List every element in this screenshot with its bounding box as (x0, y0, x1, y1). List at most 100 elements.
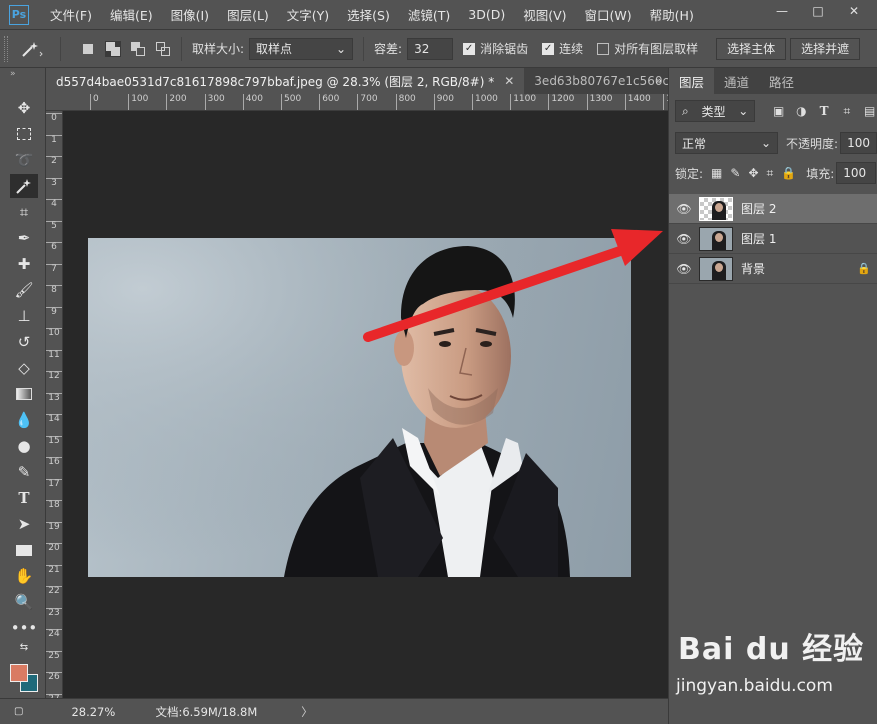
history-brush-tool-icon[interactable]: ↺ (10, 330, 38, 354)
layer-row-layer-2[interactable]: 👁 图层 2 (669, 194, 877, 224)
ruler-tick-label: 19 (46, 521, 62, 532)
new-selection-mode-icon[interactable] (80, 41, 96, 57)
add-to-selection-mode-icon[interactable] (105, 40, 121, 57)
maximize-button[interactable]: □ (801, 0, 835, 22)
horizontal-ruler[interactable]: 0 100 200 300 400 500 600 700 800 900 1000 1100 1200… (46, 94, 668, 111)
ruler-tick-label: 20 (46, 543, 62, 553)
image-filter-icon[interactable]: ▣ (771, 103, 786, 119)
gradient-tool-icon[interactable] (10, 382, 38, 406)
menu-3d[interactable]: 3D(D) (459, 7, 514, 22)
move-tool-icon[interactable]: ✥ (10, 96, 38, 120)
layer-name[interactable]: 图层 2 (741, 200, 776, 217)
layer-filter-select[interactable]: ⌕ 类型 ⌄ (675, 100, 756, 122)
lock-artboard-icon[interactable]: ⌗ (767, 166, 774, 181)
intersect-selection-mode-icon[interactable] (155, 41, 171, 57)
layer-name[interactable]: 背景 (741, 260, 765, 277)
options-grip[interactable] (4, 35, 8, 62)
tolerance-input[interactable]: 32 (407, 37, 454, 60)
type-tool-icon[interactable]: T (10, 486, 38, 510)
sample-all-layers-checkbox[interactable]: 对所有图层取样 (597, 40, 698, 57)
ruler-tick-label: 25 (46, 650, 62, 661)
status-icon: ▢ (14, 706, 24, 717)
layer-row-layer-1[interactable]: 👁 图层 1 (669, 224, 877, 254)
zoom-tool-icon[interactable]: 🔍 (10, 590, 38, 614)
ruler-tick-label: 1200 (548, 94, 574, 110)
shape-filter-icon[interactable]: ⌗ (840, 103, 855, 119)
eyedropper-tool-icon[interactable]: ✒ (10, 226, 38, 250)
status-menu-arrow-icon[interactable]: 〉 (301, 704, 313, 720)
eraser-tool-icon[interactable]: ◇ (10, 356, 38, 380)
clone-stamp-tool-icon[interactable]: ⊥ (10, 304, 38, 328)
opacity-input[interactable]: 100 (840, 132, 877, 154)
sample-size-select[interactable]: 取样点 ⌄ (249, 37, 354, 60)
smart-object-filter-icon[interactable]: ▤ (862, 103, 877, 119)
canvas-area[interactable] (63, 111, 668, 698)
menu-type[interactable]: 文字(Y) (278, 5, 338, 24)
chevron-down-icon: ⌄ (760, 136, 772, 150)
crop-tool-icon[interactable]: ⌗ (10, 200, 38, 224)
tab-layers[interactable]: 图层 (669, 68, 715, 94)
menu-filter[interactable]: 滤镜(T) (399, 5, 459, 24)
foreground-color-swatch[interactable] (10, 664, 28, 682)
magic-wand-tool-icon[interactable] (10, 174, 38, 198)
document-tab-active[interactable]: d557d4bae0531d7c81617898c797bbaf.jpeg @ … (46, 68, 525, 94)
collapse-toolbar-icon[interactable]: » (0, 68, 45, 80)
menu-layer[interactable]: 图层(L) (218, 5, 278, 24)
lock-position-icon[interactable]: ✥ (748, 166, 758, 180)
menu-window[interactable]: 窗口(W) (576, 5, 641, 24)
lock-transparent-pixels-icon[interactable]: ▦ (711, 166, 722, 180)
sample-all-layers-label: 对所有图层取样 (614, 42, 699, 56)
pen-tool-icon[interactable]: ✎ (10, 460, 38, 484)
contiguous-checkbox[interactable]: ✓ 连续 (542, 40, 583, 57)
lock-image-pixels-icon[interactable]: ✎ (730, 166, 740, 180)
brush-tool-icon[interactable]: 🖌 (10, 278, 38, 302)
antialias-checkbox[interactable]: ✓ 消除锯齿 (463, 40, 528, 57)
lasso-tool-icon[interactable]: ➰ (10, 148, 38, 172)
ruler-tick-label: 1100 (510, 94, 536, 110)
close-button[interactable]: ✕ (837, 0, 871, 22)
blur-tool-icon[interactable]: 💧 (10, 408, 38, 432)
dodge-tool-icon[interactable]: ● (10, 434, 38, 458)
magic-wand-preset-picker[interactable] (20, 37, 50, 61)
marquee-tool-icon[interactable] (10, 122, 38, 146)
visibility-eye-icon[interactable]: 👁 (669, 232, 699, 246)
menu-file[interactable]: 文件(F) (41, 5, 101, 24)
visibility-eye-icon[interactable]: 👁 (669, 202, 699, 216)
menu-help[interactable]: 帮助(H) (641, 5, 703, 24)
more-tools-icon[interactable]: ••• (10, 616, 38, 640)
fill-input[interactable]: 100 (836, 162, 877, 184)
select-subject-button[interactable]: 选择主体 (716, 37, 787, 60)
select-and-mask-button[interactable]: 选择并遮 (790, 37, 861, 60)
close-tab-icon[interactable]: ✕ (504, 74, 514, 88)
layer-name[interactable]: 图层 1 (741, 230, 776, 247)
path-selection-tool-icon[interactable]: ➤ (10, 512, 38, 536)
menu-image[interactable]: 图像(I) (162, 5, 218, 24)
menu-edit[interactable]: 编辑(E) (101, 5, 162, 24)
tab-paths[interactable]: 路径 (759, 68, 804, 94)
adjustment-filter-icon[interactable]: ◑ (794, 103, 809, 119)
hand-tool-icon[interactable]: ✋ (10, 564, 38, 588)
type-filter-icon[interactable]: T (817, 103, 832, 119)
blend-mode-select[interactable]: 正常 ⌄ (675, 132, 779, 154)
tab-overflow-icon[interactable]: » (655, 74, 662, 87)
tab-channels[interactable]: 通道 (714, 68, 759, 94)
ruler-tick-label: 500 (281, 94, 301, 110)
subtract-from-selection-mode-icon[interactable] (130, 41, 146, 57)
checkmark-icon: ✓ (542, 42, 555, 55)
minimize-button[interactable]: — (765, 0, 799, 22)
swap-colors-icon[interactable]: ⇆ (10, 638, 38, 656)
lock-all-icon[interactable]: 🔒 (781, 166, 796, 180)
rectangle-tool-icon[interactable] (10, 538, 38, 562)
zoom-level-field[interactable]: 28.27% (69, 703, 137, 721)
menu-select[interactable]: 选择(S) (338, 5, 399, 24)
menu-view[interactable]: 视图(V) (514, 5, 575, 24)
vertical-ruler[interactable]: 0 1 2 3 4 5 6 7 8 9 10 11 12 13 14 15 16 17 18 19 20 21 22 23 24… (46, 111, 63, 698)
ruler-tick-label: 1300 (586, 94, 613, 110)
document-image[interactable] (88, 238, 631, 577)
visibility-eye-icon[interactable]: 👁 (669, 262, 699, 276)
healing-brush-tool-icon[interactable]: ✚ (10, 252, 38, 276)
layer-thumbnail (699, 196, 733, 221)
layer-row-background[interactable]: 👁 背景 🔒 (669, 254, 877, 284)
color-swatches[interactable] (8, 662, 40, 692)
ruler-tick-label: 300 (204, 94, 225, 110)
